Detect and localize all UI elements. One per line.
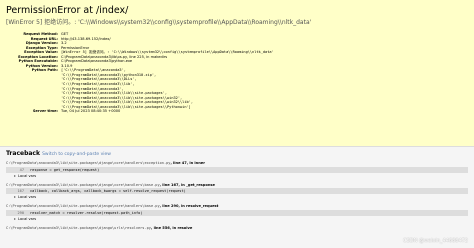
line-number: 47 — [19, 167, 24, 172]
meta-value: Tue, 04 Jul 2023 08:40:35 +0000 — [61, 109, 121, 114]
caret-right-icon — [14, 217, 16, 220]
traceback-frame: C:\ProgramData\anaconda3\lib\site-packag… — [6, 204, 468, 222]
switch-view-link[interactable]: Switch to copy-and-paste view — [42, 152, 111, 157]
python-path-list: ['C:\\ProgramData\\anaconda3', 'C:\\Prog… — [61, 68, 193, 109]
local-vars-label: Local vars — [18, 195, 37, 200]
code-context-line[interactable]: 290 resolver_match = resolver.resolve(re… — [6, 209, 468, 216]
code-text: response = get_response(request) — [30, 167, 100, 172]
frame-location: , line 290, in resolve_request — [159, 204, 219, 209]
line-number: 167 — [17, 189, 25, 194]
request-meta-table: Request Method: GET Request URL: http://… — [6, 32, 468, 114]
code-text: callback, callback_args, callback_kwargs… — [30, 189, 186, 194]
traceback-frame: C:\ProgramData\anaconda3\lib\site-packag… — [6, 161, 468, 179]
meta-row-server-time: Server time: Tue, 04 Jul 2023 08:40:35 +… — [6, 109, 468, 114]
frame-file-path: C:\ProgramData\anaconda3\lib\site-packag… — [6, 204, 160, 209]
code-context-line[interactable]: 47 response = get_response(request) — [6, 166, 468, 173]
local-vars-toggle[interactable]: Local vars — [6, 217, 468, 222]
frame-file-path: C:\ProgramData\anaconda3\lib\site-packag… — [6, 225, 151, 230]
error-title: PermissionError at /index/ — [6, 5, 129, 16]
meta-value: http://43.138.69.152/index/ — [61, 36, 111, 41]
meta-row-python-path: Python Path: ['C:\\ProgramData\\anaconda… — [6, 68, 468, 109]
frame-file-path: C:\ProgramData\anaconda3\lib\site-packag… — [6, 182, 160, 187]
frame-location: , line 556, in resolve — [150, 225, 193, 230]
traceback-header: Traceback Switch to copy-and-paste view — [6, 150, 468, 157]
code-context-line[interactable]: 167 callback, callback_args, callback_kw… — [6, 188, 468, 195]
local-vars-toggle[interactable]: Local vars — [6, 195, 468, 200]
traceback-frame: C:\ProgramData\anaconda3\lib\site-packag… — [6, 183, 468, 201]
meta-key: Server time: — [32, 109, 58, 114]
error-message: [WinError 5] 拒绝访问。: 'C:\\Windows\\system… — [6, 19, 312, 26]
line-number: 290 — [17, 210, 25, 215]
frame-location: , line 47, in inner — [170, 161, 205, 165]
caret-right-icon — [14, 174, 16, 177]
traceback-title: Traceback — [6, 150, 40, 157]
csdn-watermark: CSDN @weixin_44688472 — [403, 238, 468, 244]
traceback-section: Traceback Switch to copy-and-paste view … — [0, 147, 474, 248]
local-vars-toggle[interactable]: Local vars — [6, 174, 468, 179]
frame-file-path: C:\ProgramData\anaconda3\lib\site-packag… — [6, 161, 171, 165]
traceback-frame: C:\ProgramData\anaconda3\lib\site-packag… — [6, 226, 468, 231]
meta-key: Python Path: — [31, 68, 58, 73]
error-summary: PermissionError at /index/ [WinError 5] … — [0, 0, 474, 147]
caret-right-icon — [14, 196, 16, 199]
code-text: resolver_match = resolver.resolve(reques… — [30, 210, 143, 215]
local-vars-label: Local vars — [18, 173, 37, 178]
frame-location: , line 167, in _get_response — [159, 182, 215, 187]
local-vars-label: Local vars — [18, 216, 37, 221]
